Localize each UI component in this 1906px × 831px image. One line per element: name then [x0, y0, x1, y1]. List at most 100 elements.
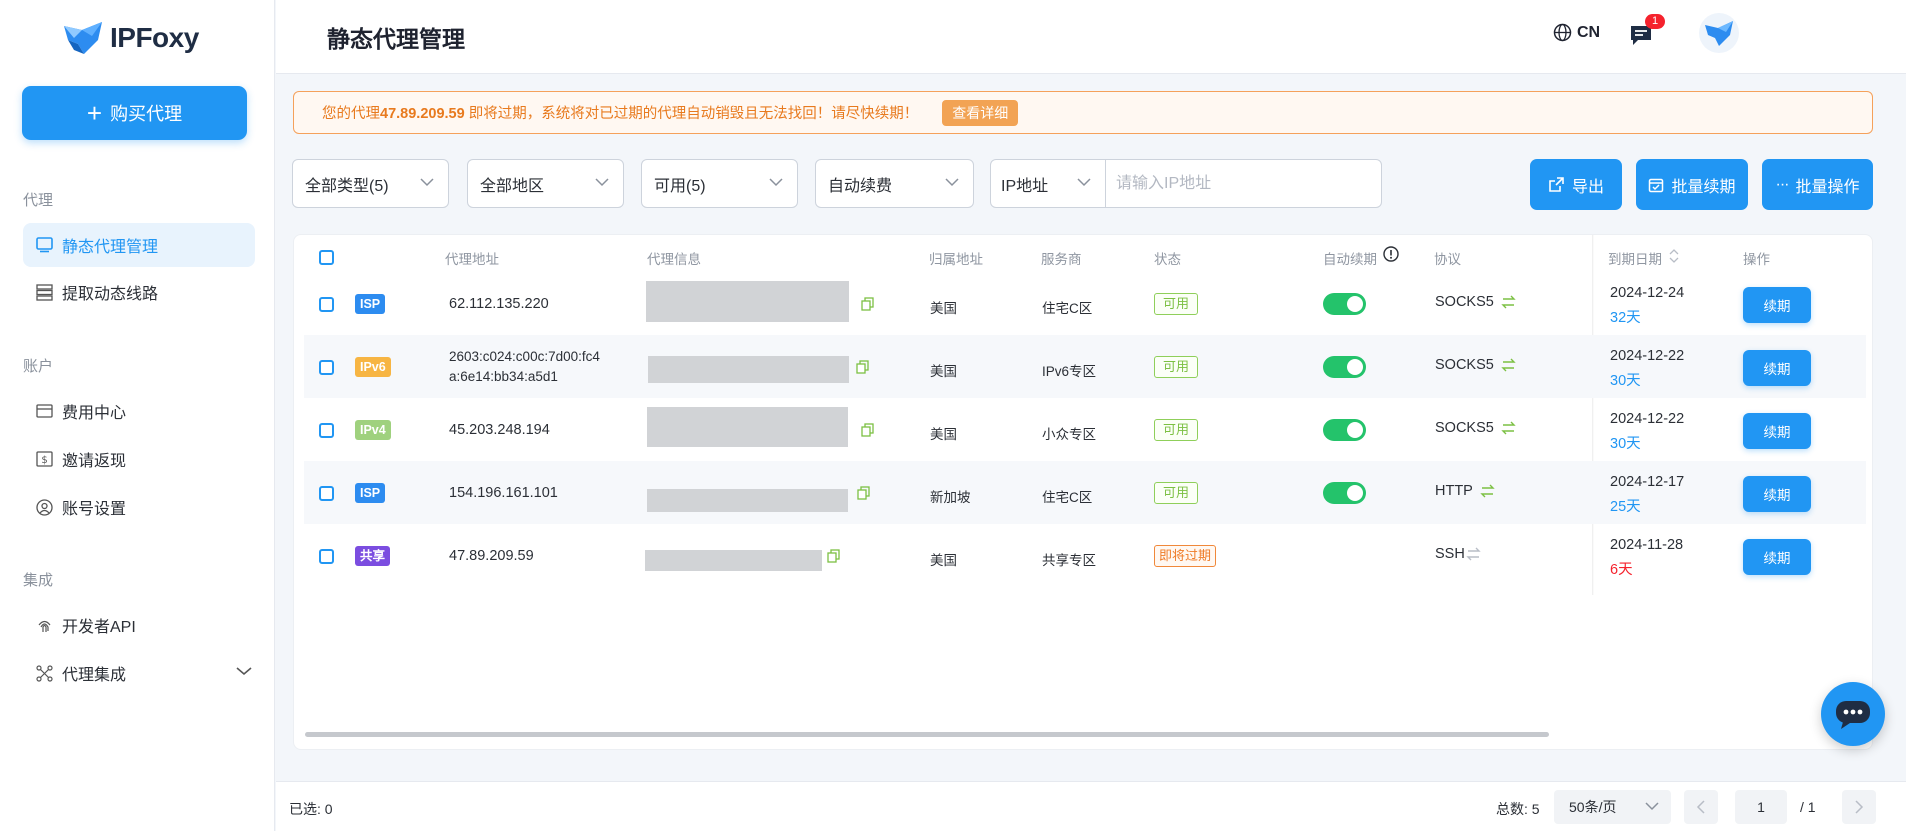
region-filter-select[interactable]: 全部地区	[467, 159, 624, 208]
calendar-check-icon	[1649, 178, 1664, 192]
fingerprint-icon	[35, 616, 53, 634]
section-proxy: 代理	[23, 192, 54, 209]
protocol: SOCKS5	[1435, 357, 1516, 373]
page-size-value: 50条/页	[1569, 799, 1617, 815]
horizontal-scrollbar[interactable]	[305, 732, 1549, 737]
select-all-checkbox[interactable]	[319, 250, 334, 265]
sort-icon[interactable]	[1669, 249, 1679, 263]
expiry-date: 2024-11-28	[1610, 537, 1684, 553]
sidebar-item-label: 代理集成	[62, 667, 127, 684]
protocol-label: SOCKS5	[1435, 357, 1494, 373]
expiry-date: 2024-12-22	[1610, 348, 1685, 364]
swap-arrows-icon[interactable]	[1501, 295, 1516, 309]
copy-icon[interactable]	[861, 423, 874, 437]
proxy-address: 45.203.248.194	[449, 422, 550, 438]
chevron-down-icon	[595, 178, 609, 187]
ip-type-select[interactable]: IP地址	[991, 160, 1106, 207]
sidebar-item-label: 开发者API	[62, 619, 136, 636]
chevron-down-icon[interactable]	[235, 665, 253, 677]
proxy-type-tag: ISP	[355, 483, 386, 503]
status-filter-select[interactable]: 可用(5)	[641, 159, 798, 208]
type-filter-select[interactable]: 全部类型(5)	[292, 159, 449, 208]
view-details-button[interactable]: 查看详细	[942, 99, 1019, 126]
renew-button[interactable]: 续期	[1743, 413, 1811, 449]
language-switcher[interactable]: CN	[1553, 23, 1600, 42]
page-number-input[interactable]	[1735, 790, 1787, 824]
expiry-date: 2024-12-22	[1610, 411, 1685, 427]
user-circle-icon	[35, 498, 53, 516]
renew-filter-value: 自动续费	[828, 177, 893, 195]
selected-count: 已选: 0	[289, 801, 333, 817]
row-checkbox[interactable]	[319, 549, 334, 564]
ip-type-value: IP地址	[1001, 177, 1049, 195]
renew-filter-select[interactable]: 自动续费	[815, 159, 974, 208]
copy-icon[interactable]	[861, 297, 874, 311]
renew-button[interactable]: 续期	[1743, 476, 1811, 512]
plus-icon: +	[86, 98, 103, 128]
sidebar-item-label: 账号设置	[62, 501, 127, 518]
expiry-date: 2024-12-17	[1610, 474, 1685, 490]
batch-operations-label: 批量操作	[1795, 178, 1860, 196]
renew-button[interactable]: 续期	[1743, 287, 1811, 323]
info-icon[interactable]	[1383, 246, 1399, 262]
proxy-info-redacted	[647, 489, 848, 512]
sidebar-item-referral[interactable]: $ 邀请返现	[23, 437, 255, 481]
fox-avatar-icon	[1705, 21, 1733, 46]
sidebar-item-proxy-integration[interactable]: 代理集成	[23, 651, 255, 695]
row-checkbox[interactable]	[319, 486, 334, 501]
export-icon	[1549, 177, 1564, 192]
sidebar-item-static-proxy[interactable]: 静态代理管理	[23, 223, 255, 267]
row-checkbox[interactable]	[319, 297, 334, 312]
brand-logo[interactable]: IPFoxy	[62, 20, 199, 56]
ip-search-input[interactable]	[1106, 160, 1381, 207]
proxy-type-tag: ISP	[355, 294, 386, 314]
location: 新加坡	[930, 490, 971, 505]
auto-renew-toggle[interactable]	[1323, 293, 1366, 315]
sidebar-item-billing[interactable]: 费用中心	[23, 389, 255, 433]
batch-renew-label: 批量续期	[1671, 178, 1736, 196]
avatar[interactable]	[1699, 13, 1739, 53]
page-total: / 1	[1800, 799, 1816, 815]
section-integration: 集成	[23, 572, 54, 589]
col-expiry-date[interactable]: 到期日期	[1608, 248, 1662, 268]
chat-support-button[interactable]	[1821, 682, 1885, 746]
sidebar-item-label: 静态代理管理	[62, 239, 159, 256]
batch-renew-button[interactable]: 批量续期	[1636, 159, 1748, 210]
sidebar-item-account-settings[interactable]: 账号设置	[23, 485, 255, 529]
status-badge: 可用	[1154, 356, 1199, 378]
buy-proxy-button[interactable]: + 购买代理	[22, 86, 247, 140]
swap-arrows-icon[interactable]	[1466, 547, 1481, 561]
copy-icon[interactable]	[827, 549, 840, 563]
export-button[interactable]: 导出	[1530, 159, 1622, 210]
proxy-address-line2: a:6e14:bb34:a5d1	[449, 369, 558, 384]
renew-button[interactable]: 续期	[1743, 539, 1811, 575]
proxy-type-tag: IPv4	[355, 420, 391, 440]
col-proxy-info: 代理信息	[647, 252, 701, 267]
protocol-label: SSH	[1435, 546, 1465, 562]
section-account: 账户	[23, 358, 54, 375]
swap-arrows-icon[interactable]	[1480, 484, 1495, 498]
status-badge: 可用	[1154, 293, 1199, 315]
protocol-label: SOCKS5	[1435, 420, 1494, 436]
swap-arrows-icon[interactable]	[1501, 421, 1516, 435]
provider: IPv6专区	[1042, 364, 1097, 379]
row-checkbox[interactable]	[319, 423, 334, 438]
renew-button[interactable]: 续期	[1743, 350, 1811, 386]
auto-renew-toggle[interactable]	[1323, 356, 1366, 378]
network-icon	[35, 664, 53, 682]
sidebar-item-label: 邀请返现	[62, 453, 127, 470]
auto-renew-toggle[interactable]	[1323, 482, 1366, 504]
page-size-select[interactable]: 50条/页	[1554, 790, 1671, 824]
expiry-alert: 您的代理47.89.209.59 即将过期，系统将对已过期的代理自动销毁且无法找…	[293, 91, 1873, 134]
copy-icon[interactable]	[857, 486, 870, 500]
swap-arrows-icon[interactable]	[1501, 358, 1516, 372]
prev-page-button[interactable]	[1684, 790, 1718, 824]
row-checkbox[interactable]	[319, 360, 334, 375]
sidebar-item-dynamic-lines[interactable]: 提取动态线路	[23, 270, 255, 314]
batch-operations-button[interactable]: ··· 批量操作	[1762, 159, 1873, 210]
sidebar-item-developer-api[interactable]: 开发者API	[23, 603, 255, 647]
chat-bubble-icon	[1836, 701, 1870, 729]
copy-icon[interactable]	[856, 360, 869, 374]
next-page-button[interactable]	[1842, 790, 1876, 824]
auto-renew-toggle[interactable]	[1323, 419, 1366, 441]
